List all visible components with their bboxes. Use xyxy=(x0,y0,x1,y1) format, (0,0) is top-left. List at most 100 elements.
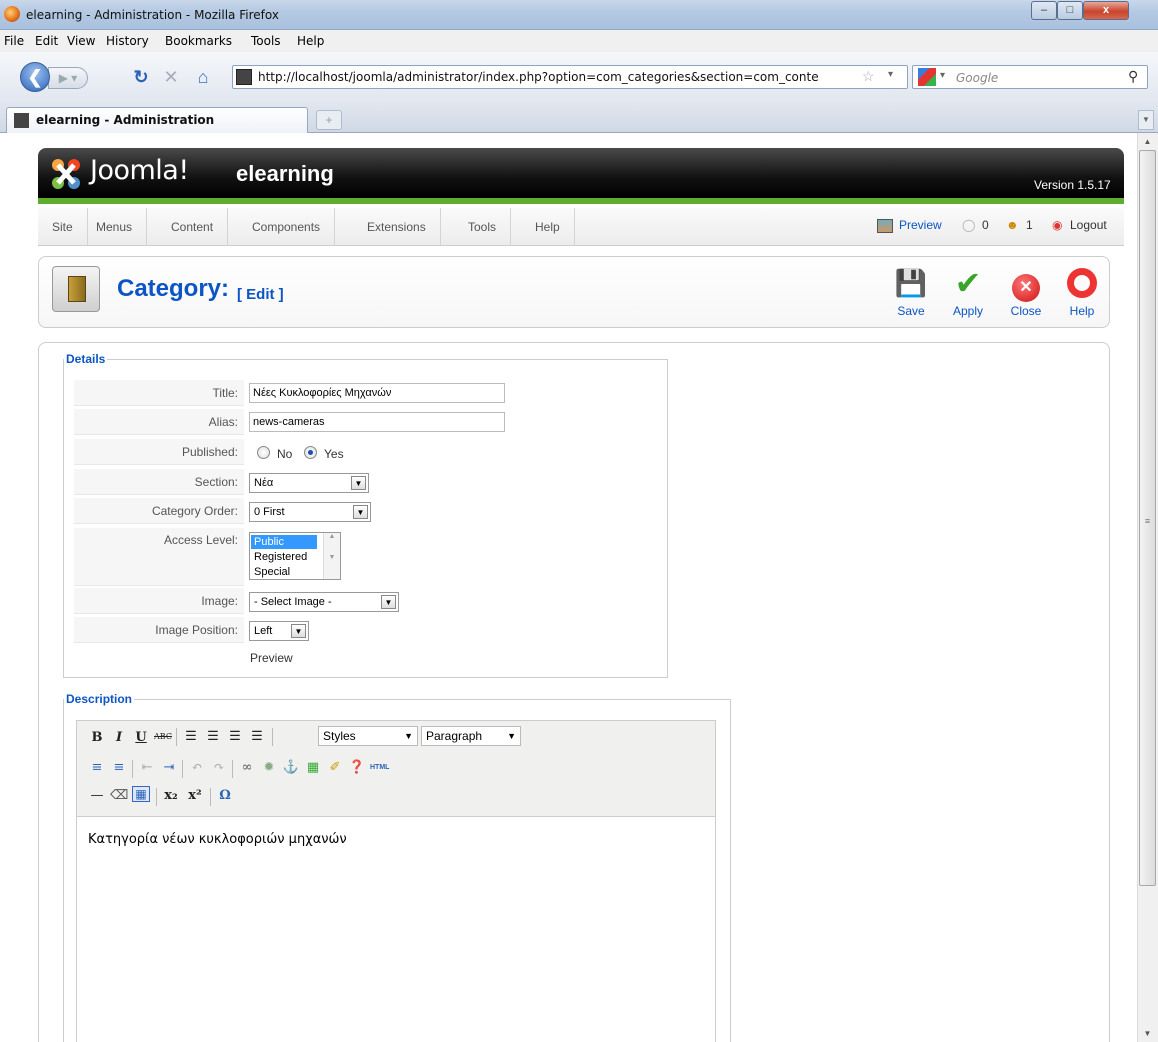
save-label: Save xyxy=(897,304,925,318)
section-select[interactable]: Νέα ▼ xyxy=(249,473,369,493)
page-title: Category: xyxy=(117,275,230,302)
title-input[interactable]: Νέες Κυκλοφορίες Μηχανών xyxy=(249,383,505,403)
forward-button[interactable]: ▶ ▾ xyxy=(48,67,88,89)
image-select[interactable]: - Select Image - ▼ xyxy=(249,592,399,612)
chevron-down-icon: ▼ xyxy=(291,624,306,638)
link-icon[interactable]: ∞ xyxy=(238,760,256,775)
html-source-button[interactable]: HTML xyxy=(370,764,389,771)
remove-format-icon[interactable]: ⌫ xyxy=(110,788,128,803)
back-button[interactable]: ❮ xyxy=(20,62,50,92)
published-no-radio[interactable] xyxy=(257,446,270,459)
site-name: elearning xyxy=(236,161,334,186)
access-option-registered[interactable]: Registered xyxy=(251,550,317,564)
admin-menu-extensions[interactable]: Extensions xyxy=(353,208,441,246)
section-label: Section: xyxy=(74,469,244,495)
search-engine-icon[interactable] xyxy=(918,68,936,86)
bold-icon[interactable]: B xyxy=(88,730,106,745)
search-box[interactable] xyxy=(912,65,1148,89)
help-label: Help xyxy=(1069,304,1095,318)
italic-icon[interactable]: I xyxy=(110,730,128,745)
header-accent-bar xyxy=(38,198,1124,204)
indent-icon[interactable]: ⇥ xyxy=(160,760,178,775)
undo-icon[interactable]: ↶ xyxy=(188,760,206,775)
special-character-icon[interactable]: Ω xyxy=(216,788,234,803)
url-text[interactable]: http://localhost/joomla/administrator/in… xyxy=(258,70,868,84)
save-button[interactable]: 💾 Save xyxy=(891,268,931,318)
close-button[interactable]: ✕ Close xyxy=(1006,268,1046,318)
help-icon[interactable]: ❓ xyxy=(348,760,366,775)
bullet-list-icon[interactable]: ≡ xyxy=(88,760,106,775)
align-justify-icon[interactable]: ☰ xyxy=(248,729,266,744)
menu-help[interactable]: Help xyxy=(297,34,324,48)
home-icon[interactable]: ⌂ xyxy=(192,66,214,88)
menu-tools[interactable]: Tools xyxy=(251,34,281,48)
scroll-up-icon[interactable]: ▲ xyxy=(1137,133,1158,150)
horizontal-rule-icon[interactable]: — xyxy=(88,788,106,803)
preview-link[interactable]: Preview xyxy=(899,218,942,232)
superscript-icon[interactable]: x² xyxy=(186,788,204,803)
admin-menu-tools[interactable]: Tools xyxy=(454,208,512,246)
apply-label: Apply xyxy=(952,304,984,318)
published-yes-radio[interactable] xyxy=(304,446,317,459)
search-input[interactable]: Google xyxy=(956,71,998,85)
reload-icon[interactable]: ↻ xyxy=(130,66,152,88)
joomla-logo-icon xyxy=(52,159,80,189)
redo-icon[interactable]: ↷ xyxy=(210,760,228,775)
messages-count[interactable]: 0 xyxy=(982,218,989,232)
access-option-public[interactable]: Public xyxy=(251,535,317,549)
help-button[interactable]: Help xyxy=(1062,268,1102,318)
scroll-down-icon[interactable]: ▼ xyxy=(1137,1025,1158,1042)
admin-menu-site[interactable]: Site xyxy=(38,208,88,246)
listbox-scrollbar[interactable]: ▲ ▼ xyxy=(323,533,340,579)
image-position-select[interactable]: Left ▼ xyxy=(249,621,309,641)
bookmark-star-icon[interactable]: ☆ xyxy=(862,68,875,85)
toolbar-separator xyxy=(272,728,273,746)
menu-bookmarks[interactable]: Bookmarks xyxy=(165,34,232,48)
admin-menu-help[interactable]: Help xyxy=(521,208,575,246)
access-option-special[interactable]: Special xyxy=(251,565,317,579)
search-icon[interactable]: ⚲ xyxy=(1128,68,1138,85)
chevron-down-icon: ▼ xyxy=(351,476,366,490)
url-dropdown-icon[interactable]: ▾ xyxy=(888,69,893,80)
tab-label[interactable]: elearning - Administration xyxy=(36,113,214,127)
image-insert-icon[interactable]: ▦ xyxy=(304,760,322,775)
editor-content[interactable]: Κατηγορία νέων κυκλοφοριών μηχανών xyxy=(88,832,347,847)
styles-select[interactable]: Styles ▼ xyxy=(318,726,418,746)
search-engine-dropdown-icon[interactable]: ▾ xyxy=(940,70,945,81)
align-center-icon[interactable]: ☰ xyxy=(204,729,222,744)
tab-list-icon[interactable]: ▼ xyxy=(1138,110,1154,130)
subscript-icon[interactable]: x₂ xyxy=(162,788,180,803)
users-count[interactable]: 1 xyxy=(1026,218,1033,232)
outdent-icon[interactable]: ⇤ xyxy=(138,760,156,775)
close-window-button[interactable]: x xyxy=(1083,1,1129,20)
help-lifebuoy-icon xyxy=(1062,268,1102,298)
details-legend: Details xyxy=(66,352,106,366)
cleanup-icon[interactable]: ✐ xyxy=(326,760,344,775)
menu-file[interactable]: File xyxy=(4,34,24,48)
category-order-select[interactable]: 0 First ▼ xyxy=(249,502,371,522)
close-label: Close xyxy=(1010,304,1042,318)
maximize-button[interactable]: □ xyxy=(1057,1,1083,20)
paragraph-select[interactable]: Paragraph ▼ xyxy=(421,726,521,746)
align-right-icon[interactable]: ☰ xyxy=(226,729,244,744)
admin-menu-content[interactable]: Content xyxy=(157,208,229,246)
admin-menu-menus[interactable]: Menus xyxy=(82,208,148,246)
underline-icon[interactable]: U xyxy=(132,730,150,745)
image-position-label: Image Position: xyxy=(74,617,244,643)
menu-history[interactable]: History xyxy=(106,34,149,48)
unlink-icon[interactable]: ✹ xyxy=(260,760,278,775)
admin-menu-components[interactable]: Components xyxy=(238,208,336,246)
alias-input[interactable]: news-cameras xyxy=(249,412,505,432)
minimize-button[interactable]: – xyxy=(1031,1,1057,20)
numbered-list-icon[interactable]: ≡ xyxy=(110,760,128,775)
strikethrough-icon[interactable]: ABC xyxy=(154,732,172,741)
menu-edit[interactable]: Edit xyxy=(35,34,58,48)
align-left-icon[interactable]: ☰ xyxy=(182,729,200,744)
anchor-icon[interactable]: ⚓ xyxy=(282,760,300,775)
stop-icon[interactable]: ✕ xyxy=(160,66,182,88)
apply-button[interactable]: ✔ Apply xyxy=(948,267,988,318)
new-tab-button[interactable]: + xyxy=(316,110,342,130)
logout-link[interactable]: Logout xyxy=(1070,218,1107,232)
visual-aid-icon[interactable]: ▦ xyxy=(132,786,150,802)
menu-view[interactable]: View xyxy=(67,34,95,48)
